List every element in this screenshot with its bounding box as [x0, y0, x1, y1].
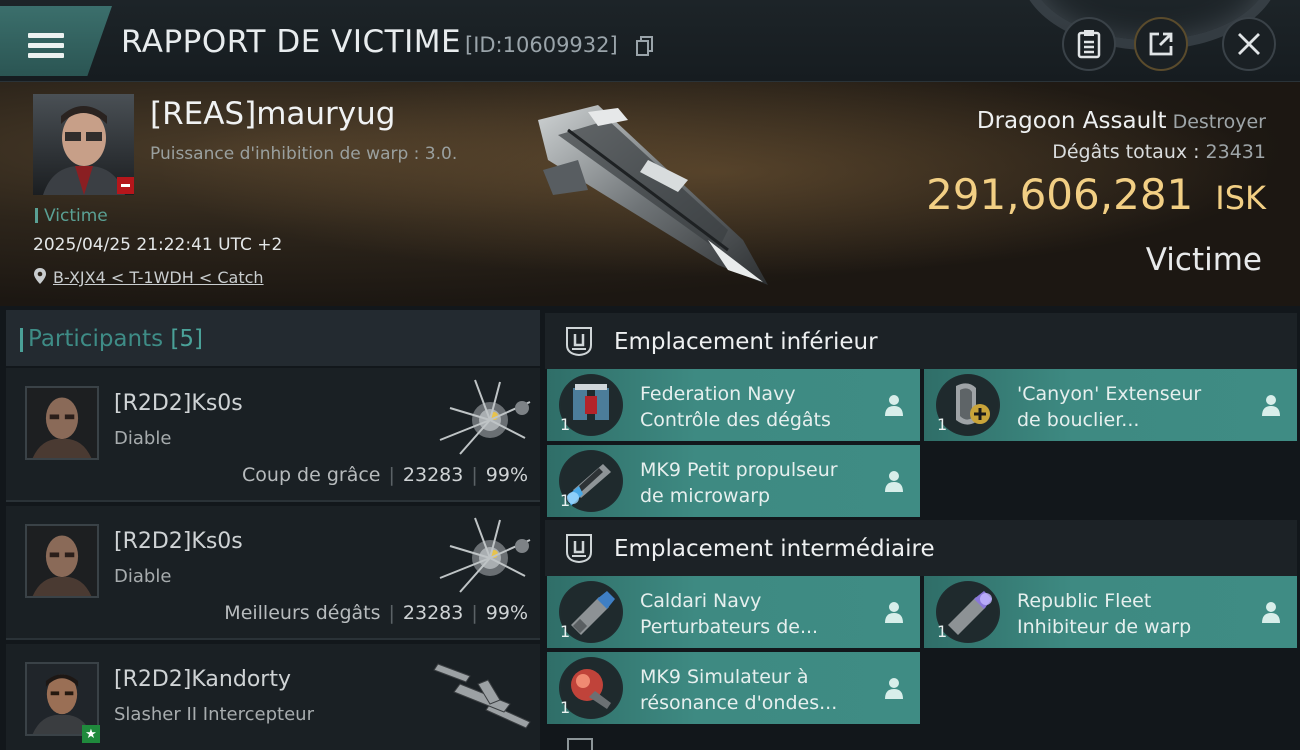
participant-stats: Meilleurs dégâts | 23283 | 99% [224, 602, 528, 624]
copy-icon[interactable] [636, 36, 654, 56]
outcome-label: Victime [1145, 242, 1262, 278]
module-name: Republic Fleet Inhibiteur de warp [1017, 590, 1192, 638]
participant-card[interactable]: [R2D2]Ks0s Diable Coup de grâce | 23283 | 99… [6, 368, 540, 502]
participant-stats: Coup de grâce | 23283 | 99% [242, 464, 528, 486]
participants-panel: Participants [5] [R2D2]Ks0s Diable Coup … [6, 310, 540, 750]
close-icon [1238, 33, 1260, 55]
participants-title: Participants [5] [19, 326, 204, 352]
module-quantity: 1 [937, 415, 948, 434]
participants-header[interactable]: Participants [5] [6, 310, 540, 366]
next-slot-icon [567, 738, 593, 750]
participant-card[interactable]: [R2D2]Ks0s Diable Meilleurs dégâts | 23283… [6, 506, 540, 640]
module-quantity: 1 [560, 491, 571, 510]
person-icon[interactable] [884, 676, 904, 700]
module-quantity: 1 [560, 415, 571, 434]
person-icon[interactable] [884, 469, 904, 493]
participant-name: [R2D2]Kandorty [114, 667, 291, 692]
report-id: [ID:10609932] [465, 33, 618, 57]
star-icon: ★ [82, 725, 100, 743]
module-slot[interactable]: 1 Federation Navy Contrôle des dégâts [547, 369, 920, 441]
module-slot[interactable]: 1 Caldari Navy Perturbateurs de... [547, 576, 920, 648]
mid-slot-title: Emplacement intermédiaire [614, 536, 935, 562]
module-quantity: 1 [937, 622, 948, 641]
participant-ship: Slasher II Intercepteur [114, 704, 314, 725]
module-name: 'Canyon' Extenseur de bouclier... [1017, 383, 1202, 431]
low-slot-header: Emplacement inférieur [545, 313, 1297, 369]
close-button[interactable] [1222, 17, 1276, 71]
module-name: Federation Navy Contrôle des dégâts [640, 383, 831, 431]
mid-slot-icon [566, 534, 592, 564]
module-quantity: 1 [560, 698, 571, 717]
clipboard-button[interactable] [1062, 17, 1116, 71]
participant-name: [R2D2]Ks0s [114, 529, 243, 554]
person-icon[interactable] [1261, 600, 1281, 624]
total-damage: Dégâts totaux :23431 [1052, 141, 1266, 163]
clipboard-icon [1077, 30, 1101, 59]
participant-portrait [25, 524, 99, 598]
share-icon [1149, 32, 1173, 56]
person-icon[interactable] [884, 393, 904, 417]
participant-card[interactable]: ★ [R2D2]Kandorty Slasher II Intercepteur [6, 644, 540, 750]
participant-ship: Diable [114, 428, 172, 449]
mid-slot-header: Emplacement intermédiaire [545, 520, 1297, 576]
participant-ship-icon [439, 517, 531, 593]
low-slot-title: Emplacement inférieur [614, 329, 878, 355]
page-title: RAPPORT DE VICTIME [121, 24, 462, 60]
fitting-panel: Emplacement inférieur 1 Federation Navy C… [545, 310, 1300, 750]
victim-hero: [REAS]mauryug Puissance d'inhibition de … [0, 82, 1300, 306]
share-button[interactable] [1134, 17, 1188, 71]
participant-ship: Diable [114, 566, 172, 587]
participant-ship-icon [433, 663, 531, 729]
location-pin-icon [34, 268, 46, 284]
isk-value: 291,606,281 ISK [926, 170, 1266, 219]
module-slot[interactable]: 1 MK9 Petit propulseur de microwarp [547, 445, 920, 517]
participant-portrait [25, 386, 99, 460]
module-slot[interactable]: 1 'Canyon' Extenseur de bouclier... [924, 369, 1297, 441]
menu-icon [28, 33, 64, 59]
module-name: MK9 Petit propulseur de microwarp [640, 459, 838, 507]
hostile-badge [117, 177, 134, 194]
module-name: Caldari Navy Perturbateurs de... [640, 590, 819, 638]
victim-tag: Victime [35, 206, 108, 226]
participant-ship-icon [439, 379, 531, 455]
low-slot-icon [566, 327, 592, 357]
location-link[interactable]: B-XJX4 < T-1WDH < Catch [33, 267, 264, 287]
module-slot[interactable]: 1 Republic Fleet Inhibiteur de warp [924, 576, 1297, 648]
person-icon[interactable] [1261, 393, 1281, 417]
location-text: B-XJX4 < T-1WDH < Catch [53, 268, 264, 287]
module-name: MK9 Simulateur à résonance d'ondes... [640, 666, 838, 714]
module-quantity: 1 [560, 622, 571, 641]
victim-subtitle: Puissance d'inhibition de warp : 3.0. [150, 144, 458, 164]
menu-button[interactable] [0, 6, 112, 76]
module-slot[interactable]: 1 MK9 Simulateur à résonance d'ondes... [547, 652, 920, 724]
top-bar: RAPPORT DE VICTIME [ID:10609932] [0, 0, 1300, 82]
participant-name: [R2D2]Ks0s [114, 391, 243, 416]
victim-ship-name[interactable]: Dragoon Assault Destroyer [977, 108, 1266, 134]
person-icon[interactable] [884, 600, 904, 624]
kill-datetime: 2025/04/25 21:22:41 UTC +2 [33, 235, 283, 255]
victim-name[interactable]: [REAS]mauryug [150, 96, 395, 132]
victim-ship-image[interactable] [528, 100, 778, 290]
